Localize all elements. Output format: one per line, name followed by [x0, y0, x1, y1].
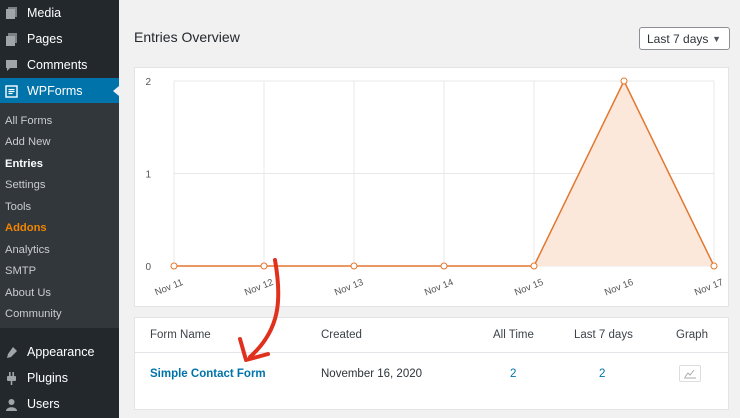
x-tick-label: Nov 14: [423, 277, 455, 298]
menu-appearance[interactable]: Appearance: [0, 339, 119, 365]
form-name-link[interactable]: Simple Contact Form: [150, 368, 266, 380]
wpforms-icon: [4, 84, 18, 98]
comments-icon: [4, 58, 18, 72]
appearance-icon: [4, 345, 18, 359]
menu-pages[interactable]: Pages: [0, 26, 119, 52]
menu-plugins-label: Plugins: [27, 371, 68, 385]
data-point: [710, 262, 718, 270]
plugins-icon: [4, 371, 18, 385]
header-created: Created: [321, 329, 362, 341]
header-all-time: All Time: [493, 329, 534, 341]
x-tick-label: Nov 12: [243, 277, 275, 298]
created-date: November 16, 2020: [321, 368, 423, 380]
menu-users-label: Users: [27, 397, 60, 411]
data-point: [440, 262, 448, 270]
submenu-tools[interactable]: Tools: [5, 200, 31, 214]
menu-plugins[interactable]: Plugins: [0, 365, 119, 391]
data-point: [170, 262, 178, 270]
submenu-addons[interactable]: Addons: [5, 221, 47, 235]
last-7-days-count[interactable]: 2: [599, 368, 605, 380]
y-tick-label: 2: [145, 77, 151, 88]
menu-wpforms[interactable]: WPForms: [0, 78, 119, 104]
all-time-count[interactable]: 2: [510, 368, 516, 380]
data-point: [530, 262, 538, 270]
date-range-select[interactable]: Last 7 days ▼: [639, 27, 730, 50]
graph-button[interactable]: [679, 365, 701, 382]
admin-sidebar: Media Pages Comments WPForms All Forms A…: [0, 0, 119, 418]
header-graph: Graph: [676, 329, 708, 341]
menu-media-label: Media: [27, 6, 62, 20]
x-tick-label: Nov 16: [603, 277, 635, 298]
active-menu-indicator: [113, 86, 119, 96]
media-icon: [4, 6, 18, 20]
x-tick-label: Nov 17: [693, 277, 725, 298]
data-point: [260, 262, 268, 270]
chart-icon: [684, 369, 696, 379]
entries-chart: 0 1 2 Nov 11 Nov 12 Nov 13 Nov 14 Nov 15 Nov 16 N…: [134, 67, 729, 307]
users-icon: [4, 397, 18, 411]
menu-users[interactable]: Users: [0, 391, 119, 417]
header-form-name: Form Name: [150, 329, 211, 341]
forms-table: Form Name Created All Time Last 7 days G…: [134, 317, 729, 410]
x-tick-label: Nov 15: [513, 277, 545, 298]
chevron-down-icon: ▼: [712, 34, 721, 44]
data-point: [350, 262, 358, 270]
menu-pages-label: Pages: [27, 32, 63, 46]
table-divider: [135, 352, 728, 353]
submenu-add-new[interactable]: Add New: [5, 135, 50, 149]
chart-canvas: 0 1 2 Nov 11 Nov 12 Nov 13 Nov 14 Nov 15 Nov 16 N…: [145, 77, 725, 298]
submenu-analytics[interactable]: Analytics: [5, 243, 50, 257]
submenu-all-forms[interactable]: All Forms: [5, 114, 52, 128]
menu-comments-label: Comments: [27, 58, 88, 72]
submenu-smtp[interactable]: SMTP: [5, 264, 36, 278]
wpforms-submenu: All Forms Add New Entries Settings Tools…: [0, 103, 119, 328]
submenu-about-us[interactable]: About Us: [5, 286, 51, 300]
date-range-value: Last 7 days: [647, 31, 709, 46]
menu-media[interactable]: Media: [0, 0, 119, 26]
submenu-entries[interactable]: Entries: [5, 157, 43, 171]
x-tick-label: Nov 13: [333, 277, 365, 298]
page-title: Entries Overview: [134, 29, 240, 45]
data-point: [620, 77, 628, 85]
pages-icon: [4, 32, 18, 46]
submenu-community[interactable]: Community: [5, 307, 62, 321]
submenu-settings[interactable]: Settings: [5, 178, 45, 192]
x-tick-label: Nov 11: [153, 277, 184, 298]
y-tick-label: 0: [145, 262, 151, 273]
menu-wpforms-label: WPForms: [27, 84, 83, 98]
y-tick-label: 1: [145, 170, 151, 181]
header-last-7-days: Last 7 days: [574, 329, 633, 341]
menu-appearance-label: Appearance: [27, 345, 95, 359]
menu-comments[interactable]: Comments: [0, 52, 119, 78]
